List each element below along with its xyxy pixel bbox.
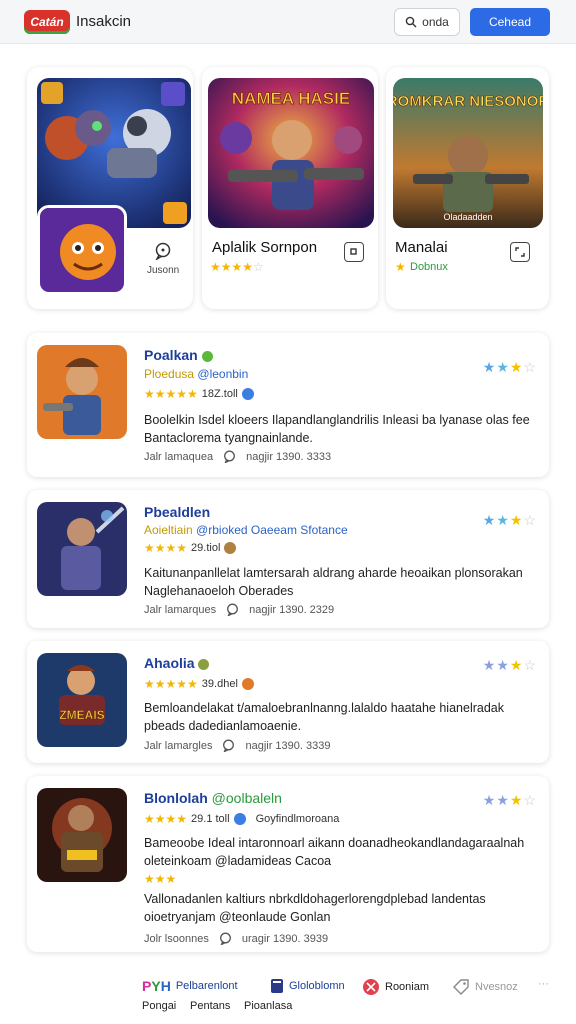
search-icon — [405, 16, 417, 28]
list-item[interactable]: Blonlolah @oolbaleln ★★★★ 29.1 toll Goyfin… — [27, 776, 549, 952]
verified-icon — [201, 350, 213, 362]
app-logo[interactable]: Catán — [24, 10, 70, 34]
featured-card[interactable]: ROMKRAR NIESONOR Oladaadden Manalai ★ Do… — [386, 67, 549, 309]
star-rating[interactable]: ★★★☆ — [483, 657, 537, 674]
verified-icon — [241, 388, 254, 400]
star-rating[interactable]: ★★★☆ — [483, 792, 537, 809]
item-title[interactable]: Poalkan — [144, 347, 213, 363]
external-box-icon[interactable] — [344, 242, 364, 262]
item-rating: ★★★★★ 39.dhel — [144, 677, 254, 691]
list-item[interactable]: Pbealdlen Aoieltiain @rbioked Oaeeam Sfo… — [27, 490, 549, 628]
top-header: Catán Insakcin onda Cehead — [0, 0, 576, 44]
featured-art: NAMEA HASIE — [208, 78, 374, 228]
featured-card[interactable]: NAMEA HASIE Aplalik Sornpon ★★★★☆ — [202, 67, 378, 309]
primary-action-button[interactable]: Cehead — [470, 8, 550, 36]
bottom-navigation: PYH Pelbarenlont Pongai Gloloblomn Penta… — [0, 970, 576, 1024]
star-rating[interactable]: ★★★☆ — [483, 359, 537, 376]
nav-item-1[interactable]: PYH Pelbarenlont — [142, 978, 238, 994]
nav-item-3[interactable]: Rooniam — [362, 978, 429, 996]
nav-item-4[interactable]: Nvesnoz — [452, 978, 518, 996]
more-icon[interactable]: ··· — [538, 978, 549, 990]
thumbnail-label: ZMEAIS — [59, 708, 104, 722]
featured-stars: ★★★★☆ — [210, 260, 264, 274]
nav-logo: PYH — [142, 978, 171, 994]
nav-sub-label: Pioanlasa — [244, 1000, 293, 1012]
chat-icon — [224, 450, 236, 463]
book-icon — [271, 979, 283, 993]
scissors-icon — [363, 979, 379, 995]
featured-subtitle: Dobnux — [410, 261, 448, 273]
list-item[interactable]: ZMEAIS Ahaolia ★★★★★ 39.dhel ★★★☆ Bemloan… — [27, 641, 549, 763]
app-title: Insakcin — [76, 13, 132, 30]
verified-icon — [198, 658, 210, 670]
item-description: Bemloandelakat t/amaloebranlnanng.lalald… — [144, 701, 504, 733]
status-icon — [241, 678, 254, 690]
list-item[interactable]: Poalkan Ploedusa @leonbin ★★★★★ 18Z.toll … — [27, 333, 549, 477]
nav-sub-label: Pentans — [190, 1000, 231, 1012]
item-subtitle: Aoieltiain @rbioked Oaeeam Sfotance — [144, 523, 348, 537]
nav-sub-label: Pongai — [142, 1000, 177, 1012]
chat-icon — [223, 739, 235, 752]
search-button[interactable]: onda — [394, 8, 460, 36]
item-rating: ★★★★★ 18Z.toll — [144, 387, 254, 401]
featured-stars: ★ — [395, 260, 406, 274]
nav-item-2[interactable]: Gloloblomn — [270, 978, 345, 994]
item-meta: Jolr lsoonnes uragir 1390. 3939 — [144, 932, 329, 945]
chat-bubble-icon[interactable] — [154, 242, 172, 260]
game-thumbnail — [37, 345, 127, 439]
game-thumbnail — [37, 502, 127, 596]
featured-card[interactable]: Jusonn — [27, 67, 193, 309]
star-rating[interactable]: ★★★☆ — [483, 512, 537, 529]
expand-box-icon[interactable] — [510, 242, 530, 262]
status-icon — [224, 542, 237, 554]
item-subtitle: Ploedusa @leonbin — [144, 367, 249, 381]
item-meta: Jalr lamaquea nagjir 1390. 3333 — [144, 450, 332, 463]
item-rating: ★★★★ 29.tiol — [144, 541, 237, 555]
item-title[interactable]: Ahaolia — [144, 655, 210, 671]
chat-icon — [227, 603, 239, 616]
tag-icon — [453, 979, 469, 995]
featured-art-label: ROMKRAR NIESONOR — [393, 93, 543, 110]
search-button-label: onda — [422, 15, 449, 29]
featured-title: Aplalik Sornpon — [212, 239, 318, 256]
game-thumbnail — [37, 788, 127, 882]
item-title[interactable]: Pbealdlen — [144, 504, 210, 520]
featured-overlay-art — [37, 205, 127, 295]
chat-icon — [219, 932, 231, 945]
game-thumbnail: ZMEAIS — [37, 653, 127, 747]
item-title[interactable]: Blonlolah @oolbaleln — [144, 790, 282, 806]
item-description: Kaitunanpanllelat lamtersarah aldrang ah… — [144, 566, 523, 598]
item-description-secondary: Vallonadanlen kaltiurs nbrkdldohagerlore… — [144, 892, 486, 924]
featured-side-label: Jusonn — [147, 265, 180, 276]
featured-art: ROMKRAR NIESONOR Oladaadden — [393, 78, 543, 228]
item-meta: Jalr lamarques nagjir 1390. 2329 — [144, 603, 335, 616]
verified-icon — [233, 813, 246, 825]
item-rating: ★★★★ 29.1 toll Goyfindlmoroana — [144, 812, 340, 826]
featured-art-label: NAMEA HASIE — [232, 89, 350, 108]
item-meta: Jalr lamargles nagjir 1390. 3339 — [144, 739, 331, 752]
item-mini-stars: ★★★ — [144, 872, 177, 886]
item-description: Bameoobe Ideal intaronnoarl aikann doana… — [144, 836, 525, 868]
featured-art-caption: Oladaadden — [443, 212, 492, 222]
item-description: Boolelkin Isdel kloeers Ilapandlanglandr… — [144, 413, 530, 445]
featured-title: Manalai — [395, 239, 448, 256]
